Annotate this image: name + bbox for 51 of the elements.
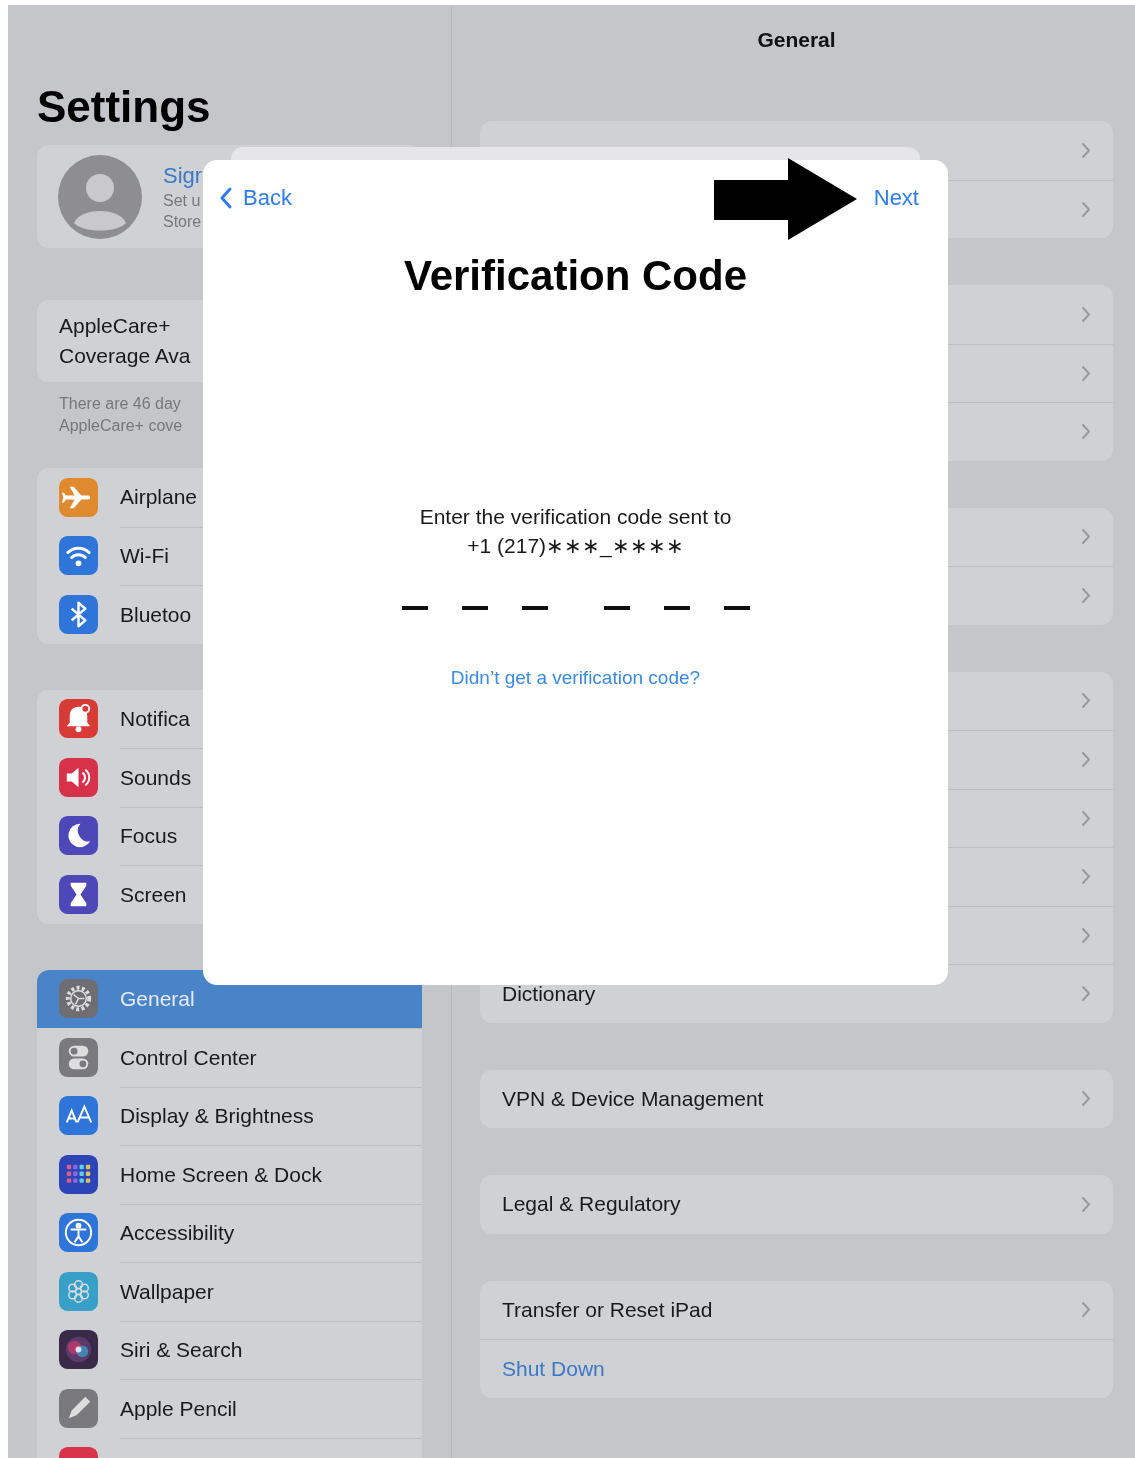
code-digit-field[interactable] — [603, 606, 630, 610]
chevron-icon — [1081, 1301, 1091, 1319]
row-label[interactable]: Transfer or Reset iPad — [502, 1297, 713, 1322]
sidebar-item[interactable]: Siri & Search — [37, 1320, 422, 1379]
row-label[interactable]: VPN & Device Management — [502, 1086, 764, 1111]
next-button[interactable]: Next — [873, 185, 919, 211]
sidebar-item[interactable]: Wallpaper — [37, 1262, 422, 1321]
sidebar-item[interactable]: Accessibility — [37, 1203, 422, 1262]
resend-code-link[interactable]: Didn’t get a verification code? — [450, 666, 701, 690]
chevron-icon — [1081, 587, 1091, 605]
chevron-icon — [1081, 985, 1091, 1003]
chevron-icon — [1081, 1090, 1091, 1108]
applecare-text: Coverage Ava — [59, 343, 192, 369]
chevron-icon — [1081, 868, 1091, 886]
sidebar-item[interactable]: Control Center — [37, 1028, 422, 1087]
avatar-icon — [58, 154, 142, 239]
chevron-icon — [1081, 305, 1091, 323]
chevron-icon — [1081, 528, 1091, 546]
instruction-text: Enter the verification code sent to — [419, 504, 732, 530]
sidebar-item[interactable]: Home Screen & Dock — [37, 1145, 422, 1204]
chevron-icon — [1081, 926, 1091, 944]
profile-subtitle: Set u — [163, 190, 202, 211]
code-digit-field[interactable] — [401, 606, 428, 610]
code-digit-field[interactable] — [521, 606, 548, 610]
row-label[interactable]: Legal & Regulatory — [502, 1192, 681, 1217]
code-digit-field[interactable] — [461, 606, 488, 610]
chevron-icon — [1081, 423, 1091, 441]
applecare-note: There are 46 day — [59, 394, 182, 414]
back-button[interactable]: Back — [219, 185, 292, 211]
chevron-icon — [1081, 1195, 1091, 1213]
chevron-icon — [1081, 200, 1091, 218]
sidebar-item[interactable]: Airplane — [37, 468, 422, 527]
chevron-icon — [1081, 364, 1091, 382]
chevron-icon — [1081, 751, 1091, 769]
code-digit-field[interactable] — [723, 606, 750, 610]
row-label[interactable]: Dictionary — [502, 981, 596, 1006]
page-title: General — [757, 29, 836, 51]
sidebar-item[interactable]: Apple Pencil — [37, 1379, 422, 1438]
sidebar-item[interactable]: Notifica — [37, 689, 422, 748]
applecare-note: AppleCare+ cove — [59, 416, 184, 436]
sidebar-item[interactable]: Display & Brightness — [37, 1086, 422, 1145]
chevron-icon — [1081, 141, 1091, 159]
settings-title: Settings — [37, 82, 212, 132]
chevron-icon — [1081, 809, 1091, 827]
applecare-text: AppleCare+ — [59, 313, 172, 339]
code-digit-field[interactable] — [663, 606, 690, 610]
phone-number: +1 (217)∗∗∗_∗∗∗∗ — [467, 533, 684, 560]
dialog-title: Verification Code — [403, 251, 748, 301]
back-chevron-icon — [219, 186, 233, 210]
chevron-icon — [1081, 692, 1091, 710]
profile-subtitle: Store — [163, 211, 203, 232]
